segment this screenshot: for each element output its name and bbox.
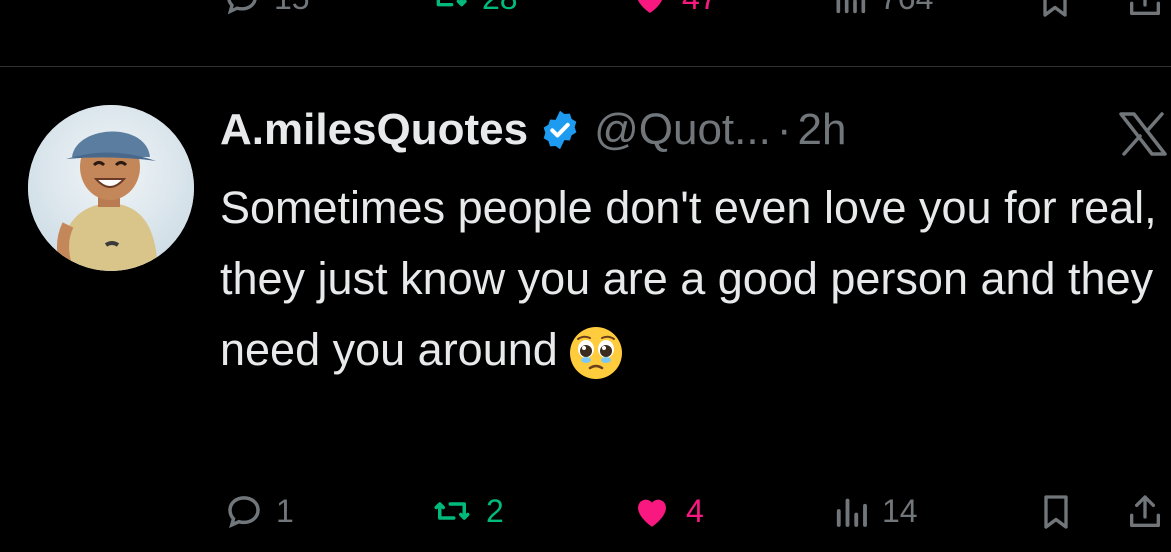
repost-count: 2: [486, 492, 504, 529]
reply-icon: [227, 0, 257, 15]
like-button[interactable]: 4: [628, 490, 704, 532]
prev-share-button[interactable]: [1125, 0, 1165, 22]
prev-repost-button[interactable]: 28: [428, 0, 518, 18]
display-name[interactable]: A.milesQuotes: [220, 105, 528, 155]
avatar-illustration: [28, 105, 194, 271]
prev-views-count: 764: [880, 0, 933, 17]
like-icon: [638, 0, 662, 13]
tweet-header: A.milesQuotes @Quot... · 2h: [220, 100, 846, 160]
views-button[interactable]: 14: [830, 490, 918, 532]
previous-tweet-actions: 15 28 47 764: [0, 0, 1171, 22]
repost-icon: [434, 502, 470, 520]
repost-icon: [436, 0, 467, 7]
views-icon: [836, 498, 867, 527]
like-icon: [638, 499, 666, 527]
tweet-body: Sometimes people don't even love you for…: [220, 172, 1165, 385]
share-button[interactable]: [1125, 490, 1165, 534]
separator-dot: ·: [776, 105, 792, 154]
bookmark-icon: [1044, 495, 1068, 529]
prev-views-button[interactable]: 764: [830, 0, 933, 18]
tweet-actions: 1 2 4 14: [0, 490, 1171, 540]
prev-repost-count: 28: [482, 0, 518, 17]
x-logo-icon: [1119, 112, 1167, 156]
prev-like-button[interactable]: 47: [628, 0, 718, 18]
tweet-divider: [0, 66, 1171, 67]
prev-reply-button[interactable]: 15: [220, 0, 310, 18]
prev-like-count: 47: [682, 0, 718, 17]
share-icon: [1130, 0, 1160, 15]
tweet-text: Sometimes people don't even love you for…: [220, 182, 1170, 375]
bookmark-button[interactable]: [1036, 490, 1076, 534]
reply-button[interactable]: 1: [222, 490, 294, 532]
reply-icon: [228, 496, 260, 529]
avatar[interactable]: [28, 105, 194, 271]
pleading-face-emoji-icon: [569, 327, 622, 380]
views-icon: [836, 0, 866, 14]
share-icon: [1130, 495, 1160, 527]
bookmark-icon: [1043, 0, 1067, 17]
timestamp[interactable]: 2h: [797, 105, 846, 155]
user-handle[interactable]: @Quot...: [594, 105, 771, 155]
views-count: 14: [882, 492, 918, 529]
reply-count: 1: [276, 492, 294, 529]
repost-button[interactable]: 2: [428, 490, 504, 532]
verified-badge-icon: [543, 110, 577, 150]
prev-reply-count: 15: [274, 0, 310, 17]
prev-bookmark-button[interactable]: [1035, 0, 1075, 22]
like-count: 4: [686, 492, 704, 529]
